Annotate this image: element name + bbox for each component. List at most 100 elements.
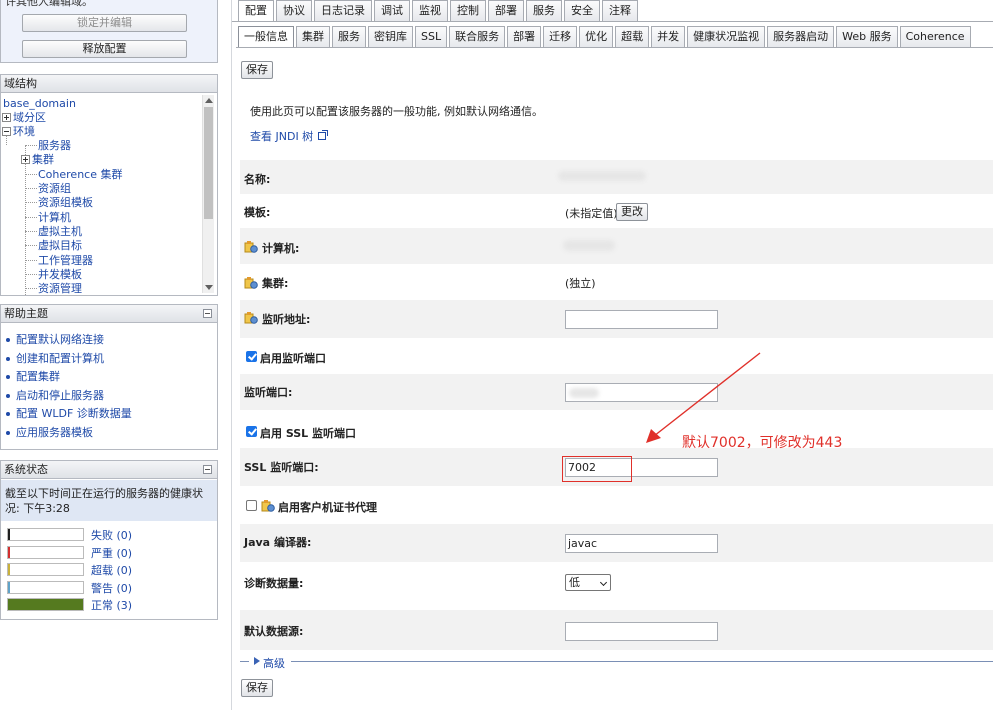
tree-item-concurrent-templates[interactable]: 并发模板 (25, 268, 82, 282)
tree-item-machines[interactable]: 计算机 (25, 211, 71, 225)
expand-icon[interactable] (2, 113, 11, 122)
default-datasource-input[interactable] (565, 622, 718, 641)
lock-and-edit-button[interactable]: 锁定并编辑 (22, 14, 187, 32)
cluster-value: (独立) (565, 277, 596, 290)
tab-deployments[interactable]: 部署 (488, 0, 524, 21)
ssl-listen-port-label: SSL 监听端口: (244, 461, 319, 474)
advanced-label[interactable]: 高级 (263, 655, 285, 671)
status-label[interactable]: 正常 (3) (91, 597, 132, 613)
scroll-down-arrow-icon[interactable] (205, 285, 213, 290)
listen-address-label: 监听地址: (262, 313, 311, 326)
tab-services[interactable]: 服务 (526, 0, 562, 21)
tab-logging[interactable]: 日志记录 (314, 0, 372, 21)
status-label[interactable]: 超载 (0) (91, 562, 132, 578)
subtab-deployment[interactable]: 部署 (507, 26, 542, 48)
enable-listen-port-checkbox[interactable] (246, 351, 257, 362)
tree-item-virtual-targets[interactable]: 虚拟目标 (25, 239, 82, 253)
subtab-tuning[interactable]: 优化 (579, 26, 614, 48)
row-java-compiler: Java 编译器: javac (240, 524, 993, 562)
cluster-label: 集群: (262, 277, 289, 290)
system-status-title: 系统状态 (1, 461, 217, 479)
help-link-network[interactable]: 配置默认网络连接 (5, 331, 132, 350)
collapse-icon[interactable] (203, 309, 212, 318)
subtab-server-start[interactable]: 服务器启动 (767, 26, 835, 48)
tree-item-resource-groups[interactable]: 资源组 (25, 182, 71, 196)
client-cert-proxy-checkbox[interactable] (246, 500, 257, 511)
listen-address-input[interactable] (565, 310, 718, 329)
config-override-icon (244, 277, 258, 289)
config-override-icon (244, 241, 258, 253)
machine-label: 计算机: (262, 242, 300, 255)
collapse-icon[interactable] (203, 465, 212, 474)
subtab-health-monitoring[interactable]: 健康状况监视 (687, 26, 766, 48)
jndi-tree-link[interactable]: 查看 JNDI 树 (250, 128, 329, 144)
template-value: (未指定值) (565, 207, 618, 220)
help-link-machines[interactable]: 创建和配置计算机 (5, 350, 132, 369)
listen-port-input[interactable] (565, 383, 718, 402)
save-button-top[interactable]: 保存 (241, 61, 273, 79)
help-link-clusters[interactable]: 配置集群 (5, 368, 132, 387)
tree-item-servers[interactable]: 服务器 (25, 139, 71, 153)
tree-item-base-domain[interactable]: base_domain (3, 97, 76, 111)
release-configuration-button[interactable]: 释放配置 (22, 40, 187, 58)
help-link-start-stop[interactable]: 启动和停止服务器 (5, 387, 132, 406)
subtab-ssl[interactable]: SSL (415, 26, 448, 48)
subtab-keystores[interactable]: 密钥库 (368, 26, 413, 48)
expand-triangle-icon[interactable] (254, 657, 260, 665)
enable-ssl-listen-port-label: 启用 SSL 监听端口 (260, 427, 357, 440)
tree-item-coherence-clusters[interactable]: Coherence 集群 (25, 168, 122, 182)
status-bar (7, 563, 84, 576)
expand-icon[interactable] (21, 155, 30, 164)
chevron-down-icon (599, 578, 608, 587)
help-link-wldf[interactable]: 配置 WLDF 诊断数据量 (5, 405, 132, 424)
main-tabs-underline (232, 21, 993, 22)
diagnostic-volume-select[interactable]: 低 (565, 574, 611, 591)
save-button-bottom[interactable]: 保存 (241, 679, 273, 697)
change-template-button[interactable]: 更改 (616, 203, 648, 221)
row-name: 名称: (240, 160, 993, 194)
enable-ssl-listen-port-checkbox[interactable] (246, 426, 257, 437)
tab-monitoring[interactable]: 监视 (412, 0, 448, 21)
tab-notes[interactable]: 注释 (602, 0, 638, 21)
subtab-cluster[interactable]: 集群 (296, 26, 330, 48)
tab-control[interactable]: 控制 (450, 0, 486, 21)
scroll-up-arrow-icon[interactable] (205, 98, 213, 103)
subtab-concurrency[interactable]: 并发 (651, 26, 686, 48)
tree-item-work-managers[interactable]: 工作管理器 (25, 254, 93, 268)
help-link-server-templates[interactable]: 应用服务器模板 (5, 424, 132, 443)
tree-item-resource-group-templates[interactable]: 资源组模板 (25, 196, 93, 210)
name-label: 名称: (244, 173, 271, 186)
row-listen-address: 监听地址: (240, 300, 993, 338)
sidebar-divider (231, 0, 232, 710)
tree-item-clusters[interactable]: 集群 (21, 153, 54, 167)
system-status-message: 截至以下时间正在运行的服务器的健康状况: 下午3:28 (1, 480, 217, 521)
scrollbar-thumb[interactable] (204, 107, 213, 219)
status-label[interactable]: 失败 (0) (91, 527, 132, 543)
tree-item-partitions[interactable]: 域分区 (2, 111, 46, 125)
tab-protocols[interactable]: 协议 (276, 0, 312, 21)
subtab-federation-services[interactable]: 联合服务 (449, 26, 506, 48)
status-bar (7, 598, 84, 611)
subtab-coherence[interactable]: Coherence (899, 26, 971, 48)
tab-configuration[interactable]: 配置 (238, 0, 274, 21)
config-override-icon (244, 312, 258, 324)
subtab-overload[interactable]: 超载 (615, 26, 650, 48)
status-label[interactable]: 警告 (0) (91, 580, 132, 596)
subtab-general[interactable]: 一般信息 (238, 26, 294, 48)
subtab-web-services[interactable]: Web 服务 (836, 26, 898, 48)
advanced-section-toggle[interactable]: 高级 (240, 655, 993, 671)
tab-debug[interactable]: 调试 (374, 0, 410, 21)
subtab-migration[interactable]: 迁移 (543, 26, 578, 48)
subtab-services[interactable]: 服务 (332, 26, 366, 48)
status-label[interactable]: 严重 (0) (91, 545, 132, 561)
page-description: 使用此页可以配置该服务器的一般功能, 例如默认网络通信。 (250, 105, 543, 118)
tree-item-environment[interactable]: 环境 (2, 125, 35, 139)
main-tabs: 配置 协议 日志记录 调试 监视 控制 部署 服务 安全 注释 (238, 0, 640, 21)
help-topics-title: 帮助主题 (1, 305, 217, 323)
java-compiler-input[interactable]: javac (565, 534, 718, 553)
tree-item-resource-management[interactable]: 资源管理 (25, 282, 82, 295)
collapse-tree-icon[interactable] (2, 127, 11, 136)
tree-scrollbar[interactable] (202, 95, 214, 293)
tab-security[interactable]: 安全 (564, 0, 600, 21)
tree-item-virtual-hosts[interactable]: 虚拟主机 (25, 225, 82, 239)
